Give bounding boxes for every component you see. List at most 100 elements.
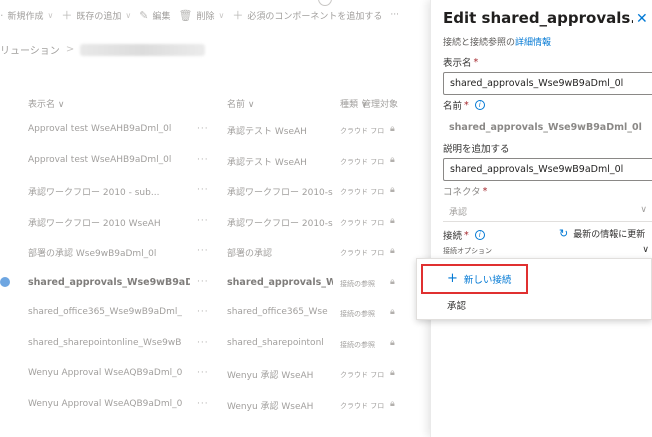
close-icon[interactable]: ✕ [636,11,648,27]
add-existing-label: 既存の追加 [76,11,122,22]
table-row[interactable]: Approval test WseAHB9aDml_0l ··· 承認テスト Wse… [0,116,430,146]
cell-type: クラウド フロー [340,249,384,257]
lock-icon: 🔒︎ [390,398,395,409]
table-row[interactable]: 承認ワークフロー 2010 - sub... ··· 承認ワークフロー 2010-s… [0,177,430,207]
table-row[interactable]: shared_sharepointonline_Wse9wB ··· shared_… [0,330,430,360]
row-more-icon[interactable]: ··· [197,246,209,256]
table-row[interactable]: Approval test WseAHB9aDml_0l ··· 承認テスト Wse… [0,147,430,177]
breadcrumb: リューション > [0,42,206,57]
cell-name: 承認ワークフロー 2010-sul [227,188,333,198]
cell-display-name[interactable]: 部署の承認 Wse9wB9aDml_0l [28,246,190,259]
cell-type: クラウド フロー [340,127,384,135]
cell-display-name[interactable]: shared_approvals_Wse9wB9aD [28,277,190,288]
table-row[interactable]: 承認ワークフロー 2010 WseAH ··· 承認ワークフロー 2010-sul ク… [0,208,430,238]
cell-name: shared_approvals_W [227,276,333,288]
cell-name: 承認ワークフロー 2010-sul [227,218,333,229]
breadcrumb-separator: > [65,44,75,55]
name-value: shared_approvals_Wse9wB9aDml_0l [449,122,642,133]
connection-placeholder: 接続オプション [443,247,492,255]
row-more-icon[interactable]: ··· [197,185,209,195]
cell-name: Wenyu 承認 WseAH [227,401,314,412]
chevron-down-icon: ∨ [642,245,649,255]
cell-display-name[interactable]: Approval test WseAHB9aDml_0l [28,124,190,134]
row-more-icon[interactable]: ··· [197,124,209,134]
cell-name: shared_office365_Wse [227,307,328,317]
cell-name: shared_sharepointonl [227,337,324,348]
table-row[interactable]: 部署の承認 Wse9wB9aDml_0l ··· 部署の承認 クラウド フロー 🔒︎ [0,238,430,268]
connector-dropdown[interactable]: 承認 ∨ [443,200,652,222]
cell-type: 接続の参照 [340,310,375,318]
trash-icon: 🗑 [178,8,193,22]
table-row[interactable]: shared_approvals_Wse9wB9aD ··· shared_appr… [0,269,430,299]
info-icon[interactable]: i [474,230,485,240]
cell-display-name[interactable]: 承認ワークフロー 2010 WseAH [28,216,190,229]
chevron-down-icon: ∨ [47,10,54,20]
plus-icon: ＋ [232,9,244,22]
learn-more-link[interactable]: 詳細情報 [515,38,551,48]
table-header: 表示名 ∨ 名前 ∨ 種類 ∨ 管理対象 [0,97,430,111]
info-icon[interactable]: i [474,100,485,110]
lock-icon: 🔒︎ [390,215,395,226]
plus-icon: ＋ [61,9,73,22]
connector-label: コネクタ * [443,185,488,199]
new-button[interactable]: · 新規作成 ∨ [0,9,53,22]
row-more-icon[interactable]: ··· [197,399,209,409]
more-button[interactable]: ··· [390,10,399,20]
row-more-icon[interactable]: ··· [197,277,209,287]
connector-value: 承認 [449,208,468,218]
cell-display-name[interactable]: shared_sharepointonline_Wse9wB [28,338,190,348]
approval-connection-option[interactable]: 承認 [447,298,466,312]
row-more-icon[interactable]: ··· [197,216,209,226]
row-more-icon[interactable]: ··· [197,155,209,165]
lock-icon: 🔒︎ [390,276,395,287]
cell-type: 接続の参照 [340,279,375,288]
subtitle-text: 接続と接続参照の [443,38,516,48]
display-name-field[interactable]: shared_approvals_Wse9wB9aDml_0l [443,72,652,95]
table-row[interactable]: shared_office365_Wse9wB9aDml_ ··· shared_o… [0,299,430,329]
add-existing-button[interactable]: ＋ 既存の追加 ∨ [61,7,131,23]
delete-label: 削除 [196,11,215,22]
cell-name: 承認テスト WseAH [227,127,307,137]
lock-icon: 🔒︎ [390,246,395,256]
cell-type: クラウド フロー [340,188,384,196]
panel-title: Edit shared_approvals... [443,9,633,27]
cell-display-name[interactable]: shared_office365_Wse9wB9aDml_ [28,307,190,317]
add-required-label: 必須のコンポーネントを追加する [247,11,383,22]
edit-label: 編集 [152,11,171,22]
description-label: 説明を追加する [443,144,510,155]
table-row[interactable]: Wenyu Approval WseAQB9aDml_0 ··· Wenyu 承認 … [0,391,430,421]
table-row[interactable]: Wenyu Approval WseAQB9aDml_0 ··· Wenyu 承認 … [0,360,430,390]
lock-icon: 🔒︎ [390,154,395,165]
column-header-display-name[interactable]: 表示名 ∨ [28,97,64,110]
panel-subtitle: 接続と接続参照の詳細情報 [443,35,551,48]
pencil-icon: ✎ [139,8,149,22]
breadcrumb-current-blurred [80,43,206,56]
column-header-name[interactable]: 名前 ∨ [227,97,254,110]
cell-display-name[interactable]: 承認ワークフロー 2010 - sub... [28,185,190,198]
cell-type: クラウド フロー [340,371,384,379]
cell-type: クラウド フロー [340,401,384,410]
breadcrumb-root[interactable]: リューション [0,42,60,57]
lock-icon: 🔒︎ [390,307,395,317]
cell-display-name[interactable]: Wenyu Approval WseAQB9aDml_0 [28,399,190,409]
chevron-down-icon: ∨ [125,10,132,20]
row-more-icon[interactable]: ··· [197,368,209,378]
edit-panel: Edit shared_approvals... ✕ 接続と接続参照の詳細情報 … [430,0,652,437]
description-field[interactable]: shared_approvals_Wse9wB9aDml_0l [443,158,652,181]
selected-check-icon[interactable] [0,276,10,287]
cell-type: 接続の参照 [340,340,375,349]
refresh-label: 最新の情報に更新 [573,230,646,240]
cell-display-name[interactable]: Approval test WseAHB9aDml_0l [28,155,190,165]
cell-display-name[interactable]: Wenyu Approval WseAQB9aDml_0 [28,368,190,378]
delete-button[interactable]: 🗑 削除 ∨ [178,9,224,22]
cell-name: 部署の承認 [227,249,273,259]
row-more-icon[interactable]: ··· [197,307,209,317]
add-required-button[interactable]: ＋ 必須のコンポーネントを追加する [232,7,382,23]
column-header-managed[interactable]: 管理対象 [362,97,398,110]
edit-button[interactable]: ✎ 編集 [139,9,170,22]
cell-type: クラウド フロー [340,218,384,227]
row-more-icon[interactable]: ··· [197,338,209,348]
new-label: 新規作成 [7,11,44,22]
refresh-button[interactable]: ↻ 最新の情報に更新 [559,227,645,240]
highlight-box [421,264,528,294]
